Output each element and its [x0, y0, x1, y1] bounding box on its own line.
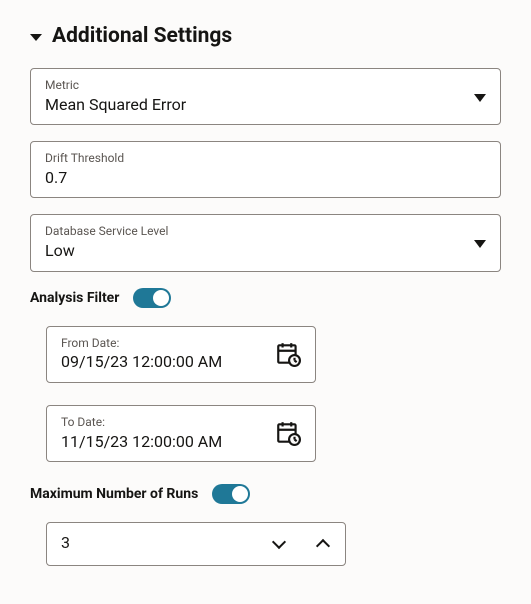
max-runs-row: Maximum Number of Runs: [30, 484, 501, 504]
analysis-filter-toggle[interactable]: [133, 288, 171, 308]
metric-label: Metric: [45, 77, 186, 94]
metric-value: Mean Squared Error: [45, 94, 186, 116]
to-date-value: 11/15/23 12:00:00 AM: [61, 431, 222, 453]
metric-select[interactable]: Metric Mean Squared Error: [30, 68, 501, 125]
db-service-level-label: Database Service Level: [45, 223, 168, 240]
decrement-button[interactable]: [257, 523, 301, 565]
to-date-input[interactable]: To Date: 11/15/23 12:00:00 AM: [46, 405, 316, 462]
chevron-up-icon: [316, 539, 330, 553]
drift-threshold-input[interactable]: Drift Threshold 0.7: [30, 141, 501, 198]
chevron-down-icon: [474, 94, 486, 102]
to-date-label: To Date:: [61, 414, 222, 431]
chevron-down-icon: [272, 535, 286, 549]
from-date-input[interactable]: From Date: 09/15/23 12:00:00 AM: [46, 326, 316, 383]
from-date-value: 09/15/23 12:00:00 AM: [61, 351, 222, 373]
analysis-filter-label: Analysis Filter: [30, 290, 119, 306]
from-date-label: From Date:: [61, 335, 222, 352]
calendar-clock-icon: [275, 420, 301, 446]
collapse-icon: [30, 34, 42, 41]
increment-button[interactable]: [301, 523, 345, 565]
calendar-clock-icon: [275, 341, 301, 367]
drift-threshold-label: Drift Threshold: [45, 150, 124, 167]
db-service-level-select[interactable]: Database Service Level Low: [30, 214, 501, 271]
section-title: Additional Settings: [52, 24, 232, 48]
max-runs-value: 3: [47, 523, 84, 565]
chevron-down-icon: [474, 240, 486, 248]
max-runs-label: Maximum Number of Runs: [30, 486, 198, 502]
db-service-level-value: Low: [45, 240, 168, 262]
analysis-filter-row: Analysis Filter: [30, 288, 501, 308]
drift-threshold-value: 0.7: [45, 167, 124, 189]
toggle-knob: [153, 290, 169, 306]
max-runs-stepper[interactable]: 3: [46, 522, 346, 566]
max-runs-toggle[interactable]: [212, 484, 250, 504]
toggle-knob: [232, 486, 248, 502]
additional-settings-header[interactable]: Additional Settings: [30, 24, 501, 48]
